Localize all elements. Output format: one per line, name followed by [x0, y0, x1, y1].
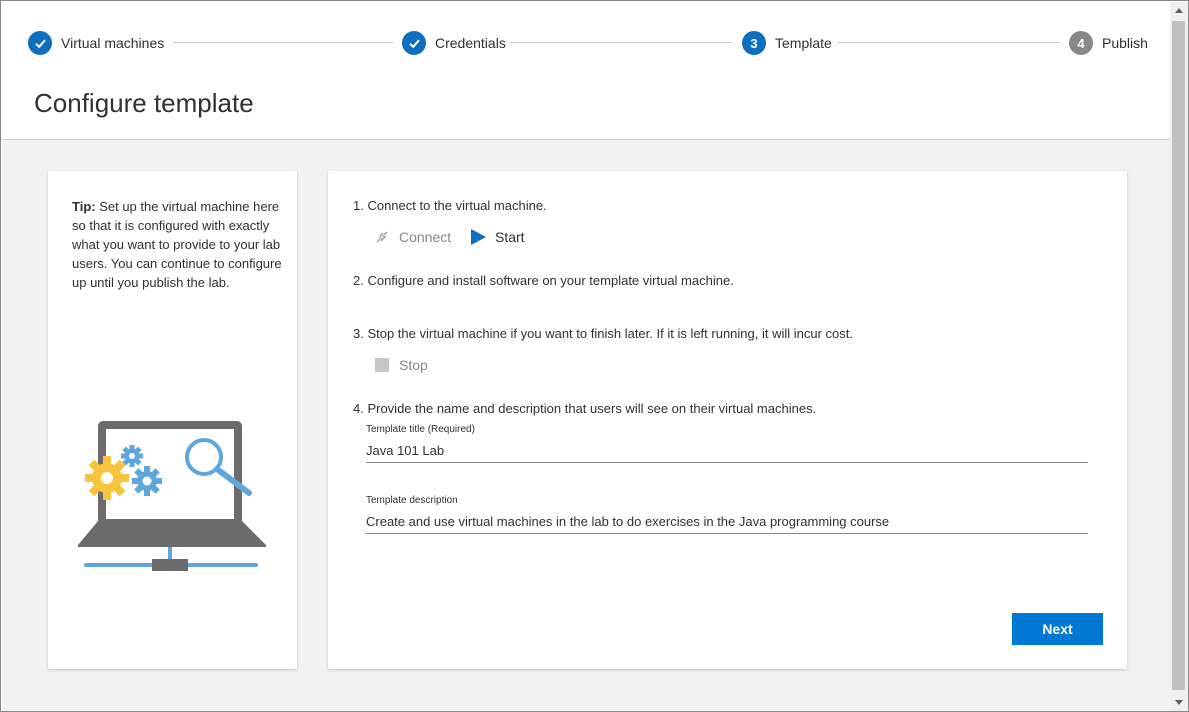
checkmark-icon — [28, 31, 52, 55]
vertical-scrollbar[interactable] — [1170, 2, 1188, 711]
step-label: Virtual machines — [61, 35, 165, 51]
content-area: Virtual machines Credentials 3 Template … — [2, 2, 1170, 711]
scrollbar-thumb[interactable] — [1172, 21, 1185, 690]
wizard-stepper: Virtual machines Credentials 3 Template … — [28, 31, 1158, 55]
connect-button[interactable]: Connect — [373, 228, 451, 246]
stop-label: Stop — [399, 357, 428, 373]
step-virtual-machines[interactable]: Virtual machines — [28, 31, 164, 55]
scroll-up-arrow-icon[interactable] — [1170, 2, 1188, 19]
start-label: Start — [495, 229, 525, 245]
step-credentials[interactable]: Credentials — [402, 31, 506, 55]
tip-label: Tip: — [72, 199, 96, 214]
start-button[interactable]: Start — [469, 228, 525, 246]
step-label: Publish — [1102, 35, 1148, 51]
step-number-badge: 3 — [742, 31, 766, 55]
step-template[interactable]: 3 Template — [742, 31, 832, 55]
step-publish[interactable]: 4 Publish — [1069, 31, 1148, 55]
connect-label: Connect — [399, 229, 452, 245]
instruction-step-1: 1. Connect to the virtual machine. — [353, 198, 547, 213]
body-area: Tip: Set up the virtual machine here so … — [2, 140, 1170, 711]
step-connector — [173, 42, 393, 43]
scroll-down-arrow-icon[interactable] — [1170, 694, 1188, 711]
template-description-input[interactable] — [366, 510, 1088, 534]
template-description-label: Template description — [366, 495, 458, 506]
tip-card: Tip: Set up the virtual machine here so … — [48, 171, 297, 669]
instruction-step-2: 2. Configure and install software on you… — [353, 273, 734, 288]
step-connector — [838, 42, 1060, 43]
checkmark-icon — [402, 31, 426, 55]
next-button[interactable]: Next — [1012, 613, 1103, 645]
instruction-step-3: 3. Stop the virtual machine if you want … — [353, 326, 854, 341]
tip-body: Set up the virtual machine here so that … — [72, 199, 282, 290]
play-icon — [469, 228, 487, 246]
template-steps-card: 1. Connect to the virtual machine. Conne… — [328, 171, 1127, 669]
instruction-step-4: 4. Provide the name and description that… — [353, 401, 817, 416]
step-label: Template — [775, 35, 832, 51]
page-title: Configure template — [34, 88, 254, 118]
template-title-input[interactable] — [366, 439, 1088, 463]
stop-button[interactable]: Stop — [373, 356, 428, 374]
step-label: Credentials — [435, 35, 506, 51]
app-window: Virtual machines Credentials 3 Template … — [0, 0, 1189, 712]
plug-icon — [373, 228, 391, 246]
laptop-illustration — [76, 411, 276, 581]
step-number-badge: 4 — [1069, 31, 1093, 55]
tip-text: Tip: Set up the virtual machine here so … — [72, 197, 282, 292]
stop-icon — [373, 356, 391, 374]
template-title-label: Template title (Required) — [366, 424, 475, 435]
step-connector — [510, 42, 732, 43]
